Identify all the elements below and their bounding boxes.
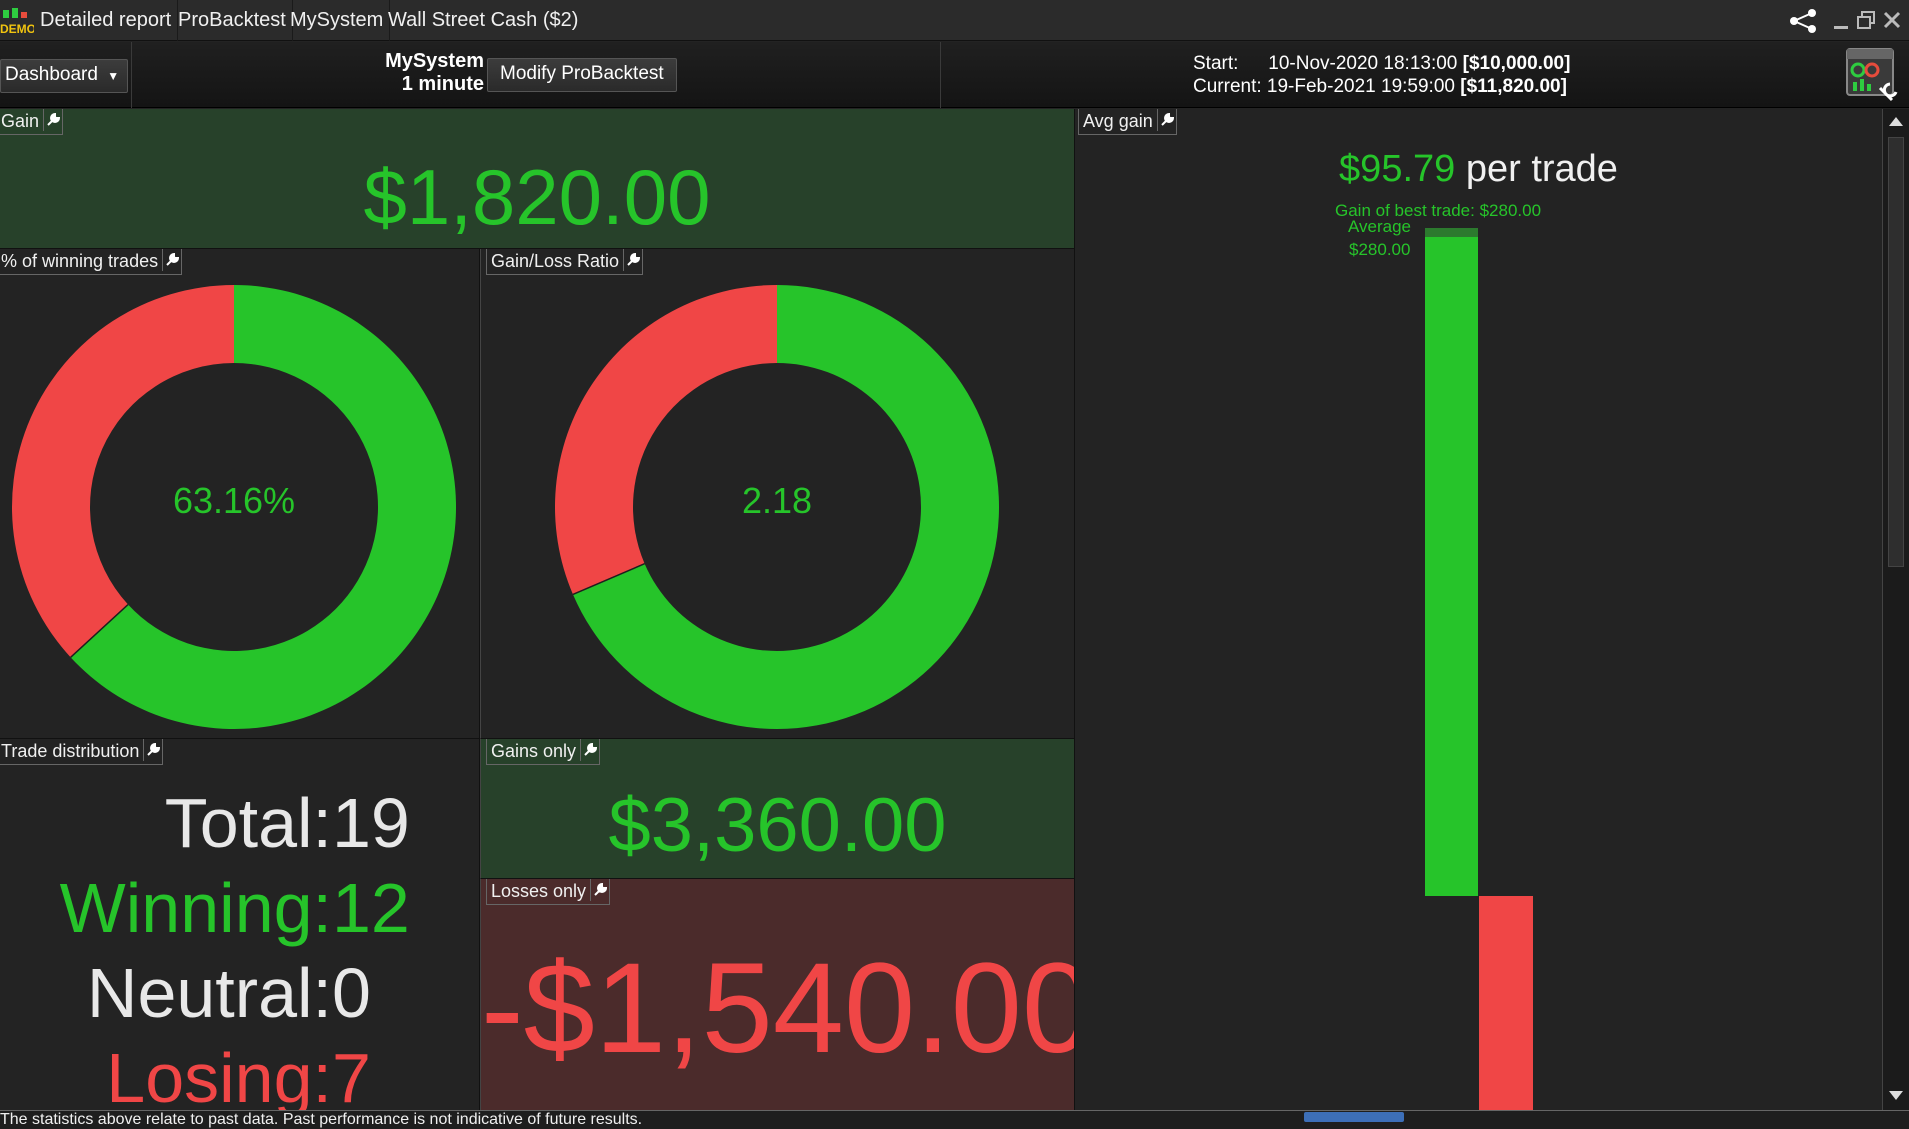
disclaimer-text: The statistics above relate to past data…: [0, 1111, 643, 1128]
panel-title: Trade distribution: [0, 739, 164, 765]
system-info: MySystem 1 minute: [372, 50, 484, 96]
avg-gain-value: $95.79: [1339, 148, 1456, 190]
donut-losing-segment: [11, 285, 235, 658]
scroll-down-icon[interactable]: [1887, 1086, 1905, 1104]
modify-probacktest-button[interactable]: Modify ProBacktest: [487, 58, 677, 92]
vertical-scrollbar[interactable]: [1882, 109, 1909, 1110]
gain-loss-ratio-panel: Gain/Loss Ratio 2.18: [480, 249, 1075, 739]
panel-title: Gains only: [486, 739, 601, 765]
title-bar: DEMO Detailed report ProBacktest MySyste…: [0, 0, 1909, 41]
progress-indicator: [1304, 1112, 1404, 1122]
start-label: Start:: [1193, 53, 1239, 74]
loss-bar: [1479, 896, 1533, 1110]
report-settings-icon[interactable]: [1846, 48, 1898, 102]
panel-title: Losses only: [486, 879, 611, 905]
distribution-label: Winning:: [59, 869, 332, 947]
panel-title: Gain: [0, 109, 64, 135]
wrench-icon[interactable]: [1156, 109, 1176, 131]
donut-loss-segment: [555, 285, 777, 595]
average-marker: [1425, 228, 1478, 237]
distribution-losing-row: Losing:7: [0, 1038, 371, 1110]
period-info: Start: 10-Nov-2020 18:13:00 [$10,000.00]…: [1193, 52, 1570, 98]
panel-title: Avg gain: [1078, 109, 1177, 135]
gains-only-title: Gains only: [491, 741, 577, 761]
distribution-total-row: Total:19: [0, 783, 410, 863]
current-capital: [$11,820.00]: [1460, 76, 1567, 97]
current-date: 19-Feb-2021 19:59:00: [1266, 76, 1455, 97]
avg-gain-panel: Avg gain $95.79 per trade Gain of best t…: [1075, 109, 1882, 1110]
share-icon[interactable]: [1788, 8, 1818, 34]
gain-loss-ratio-donut: 2.18: [555, 285, 999, 729]
trade-distribution-title: Trade distribution: [1, 741, 140, 761]
wrench-icon[interactable]: [43, 109, 62, 131]
tab-mysystem[interactable]: MySystem: [284, 0, 391, 41]
distribution-value: 7: [332, 1039, 371, 1110]
gain-bar: [1425, 228, 1478, 896]
tab-detailed-report[interactable]: Detailed report: [34, 0, 179, 41]
scroll-up-icon[interactable]: [1887, 113, 1905, 131]
svg-text:DEMO: DEMO: [0, 22, 34, 36]
trade-distribution-panel: Trade distribution Total:19 Winning:12 N…: [0, 739, 480, 1110]
losses-only-title: Losses only: [491, 881, 587, 901]
demo-logo-icon: DEMO: [0, 6, 36, 36]
distribution-label: Total:: [164, 784, 332, 862]
wrench-icon[interactable]: [590, 879, 609, 901]
tab-probacktest[interactable]: ProBacktest: [172, 0, 293, 41]
start-capital: [$10,000.00]: [1462, 53, 1571, 74]
losses-only-panel: Losses only -$1,540.00: [480, 879, 1075, 1110]
restore-icon[interactable]: [1856, 10, 1876, 30]
system-name: MySystem: [385, 50, 484, 72]
distribution-label: Losing:: [106, 1039, 332, 1110]
average-label: Average: [1348, 217, 1412, 236]
toolbar: Dashboard ▼ MySystem 1 minute Modify Pro…: [0, 42, 1909, 108]
winning-pct-panel: % of winning trades 63.16%: [0, 249, 480, 739]
avg-gain-title: Avg gain: [1083, 111, 1153, 131]
dashboard-label: Dashboard: [5, 64, 98, 85]
gain-value: $1,820.00: [363, 153, 711, 241]
avg-gain-headline: $95.79 per trade: [1075, 147, 1882, 191]
gains-only-value: $3,360.00: [608, 783, 947, 868]
wrench-icon[interactable]: [580, 739, 599, 761]
gain-loss-ratio-value: 2.18: [742, 480, 812, 521]
distribution-value: 0: [332, 954, 371, 1032]
minimize-icon[interactable]: [1832, 10, 1850, 30]
gain-panel: Gain $1,820.00: [0, 109, 1075, 249]
avg-gain-suffix: per trade: [1465, 148, 1618, 190]
distribution-value: 19: [332, 784, 410, 862]
close-icon[interactable]: [1882, 10, 1902, 30]
wrench-icon[interactable]: [143, 739, 162, 761]
losses-only-value: -$1,540.00: [481, 937, 1075, 1080]
winning-pct-value: 63.16%: [173, 480, 295, 521]
gains-only-panel: Gains only $3,360.00: [480, 739, 1075, 879]
chevron-down-icon: ▼: [107, 69, 120, 83]
average-value-label: $280.00: [1349, 240, 1411, 259]
distribution-label: Neutral:: [86, 954, 332, 1032]
distribution-neutral-row: Neutral:0: [0, 953, 371, 1033]
system-timeframe: 1 minute: [401, 73, 484, 95]
winning-pct-donut: 63.16%: [11, 285, 456, 729]
tab-wall-street-cash[interactable]: Wall Street Cash ($2): [382, 0, 584, 41]
gain-title: Gain: [1, 111, 40, 131]
footer-bar: The statistics above relate to past data…: [0, 1110, 1909, 1129]
distribution-value: 12: [332, 869, 410, 947]
distribution-winning-row: Winning:12: [0, 868, 410, 948]
current-label: Current:: [1193, 76, 1262, 97]
scroll-thumb[interactable]: [1888, 137, 1904, 567]
start-date: 10-Nov-2020 18:13:00: [1268, 53, 1458, 74]
dashboard-dropdown[interactable]: Dashboard ▼: [0, 59, 129, 93]
